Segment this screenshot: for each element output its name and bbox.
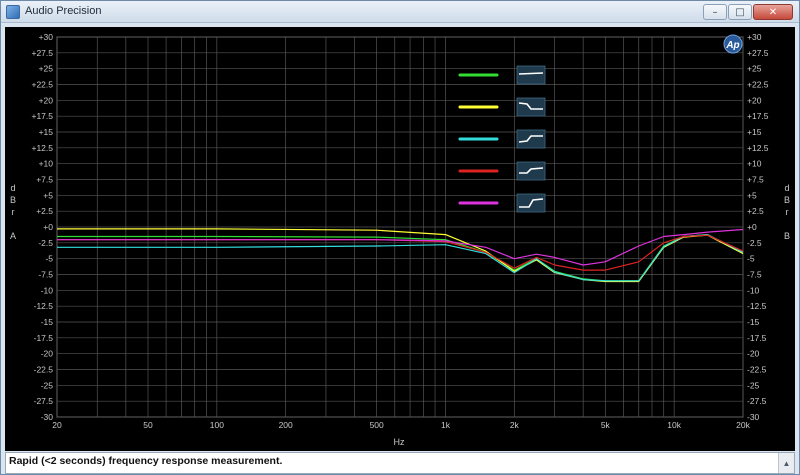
y-tick-label-left: -27.5	[34, 396, 54, 406]
y-tick-label-left: +2.5	[36, 206, 53, 216]
y-tick-label-right: -2.5	[747, 238, 762, 248]
y-tick-label-left: +27.5	[31, 48, 53, 58]
x-tick-label: 5k	[601, 420, 611, 430]
y-tick-label-right: -10	[747, 285, 760, 295]
y-tick-label-right: +0	[747, 222, 757, 232]
status-message: Rapid (<2 seconds) frequency response me…	[9, 455, 283, 467]
legend-thumbnail-icon	[516, 65, 546, 85]
legend-thumbnail-icon	[516, 161, 546, 181]
y-tick-label-left: +0	[43, 222, 53, 232]
y-tick-label-left: +7.5	[36, 175, 53, 185]
x-tick-label: 10k	[667, 420, 681, 430]
y-tick-label-right: +25	[747, 64, 762, 74]
app-window: Audio Precision – □ ✕ +30 +30 +27.5 +27.5 +2…	[0, 0, 800, 475]
x-tick-label: 2k	[510, 420, 520, 430]
y-tick-label-left: -15	[41, 317, 54, 327]
y-tick-label-right: +12.5	[747, 143, 769, 153]
x-tick-label: 500	[370, 420, 384, 430]
y-tick-label-left: +15	[39, 127, 54, 137]
y-tick-label-left: +5	[43, 190, 53, 200]
y-tick-label-right: -25	[747, 380, 760, 390]
minimize-button[interactable]: –	[703, 4, 727, 20]
scroll-arrow-icon[interactable]: ▲	[778, 453, 794, 473]
legend-thumbnail-icon	[516, 129, 546, 149]
y-tick-label-right: -7.5	[747, 270, 762, 280]
thumbnail-frame	[516, 97, 546, 117]
y-tick-label-right: +30	[747, 32, 762, 42]
y-tick-label-left: -20	[41, 349, 54, 359]
y-tick-label-right: -12.5	[747, 301, 767, 311]
y-tick-label-left: -25	[41, 380, 54, 390]
y-tick-label-left: +10	[39, 159, 54, 169]
y-tick-label-right: +2.5	[747, 206, 764, 216]
y-tick-label-right: +17.5	[747, 111, 769, 121]
x-tick-label: 20	[52, 420, 62, 430]
legend-thumbnail-icon	[516, 97, 546, 117]
x-tick-label: 50	[143, 420, 153, 430]
legend-thumbnail-icon	[516, 193, 546, 213]
y-tick-label-right: -27.5	[747, 396, 767, 406]
y-tick-label-right: -20	[747, 349, 760, 359]
x-tick-label: 20k	[736, 420, 750, 430]
thumbnail-frame	[516, 65, 546, 85]
y-tick-label-left: -12.5	[34, 301, 54, 311]
y-tick-label-left: +30	[39, 32, 54, 42]
y-tick-label-right: -17.5	[747, 333, 767, 343]
close-button[interactable]: ✕	[753, 4, 793, 20]
graph-panel: +30 +30 +27.5 +27.5 +25 +25 +22.5 +22.5 +20 +20 +1…	[5, 27, 795, 451]
y-tick-label-left: -10	[41, 285, 54, 295]
x-axis-label: Hz	[394, 437, 405, 447]
y-tick-label-right: +22.5	[747, 80, 769, 90]
y-tick-label-left: +17.5	[31, 111, 53, 121]
y-tick-label-left: -5	[45, 254, 53, 264]
y-tick-label-right: +10	[747, 159, 762, 169]
thumbnail-curve	[518, 72, 544, 75]
y-tick-label-right: -5	[747, 254, 755, 264]
status-bar: Rapid (<2 seconds) frequency response me…	[5, 452, 795, 474]
thumbnail-frame	[516, 161, 546, 181]
y-tick-label-right: +20	[747, 95, 762, 105]
y-tick-label-right: +5	[747, 190, 757, 200]
app-logo-icon	[6, 5, 20, 19]
y-tick-label-right: -22.5	[747, 365, 767, 375]
x-tick-label: 200	[279, 420, 293, 430]
x-tick-label: 100	[210, 420, 224, 430]
y-tick-label-left: +20	[39, 95, 54, 105]
frequency-response-chart[interactable]: +30 +30 +27.5 +27.5 +25 +25 +22.5 +22.5 +20 +20 +1…	[5, 27, 795, 451]
y-tick-label-right: +7.5	[747, 175, 764, 185]
thumbnail-frame	[516, 129, 546, 149]
title-bar[interactable]: Audio Precision – □ ✕	[1, 1, 799, 23]
window-title: Audio Precision	[25, 5, 102, 17]
y-tick-label-left: +22.5	[31, 80, 53, 90]
y-tick-label-left: -22.5	[34, 365, 54, 375]
x-tick-label: 1k	[441, 420, 451, 430]
maximize-button[interactable]: □	[728, 4, 752, 20]
y-tick-label-left: -2.5	[38, 238, 53, 248]
ap-logo-icon: Ap	[723, 34, 743, 54]
y-tick-label-left: +25	[39, 64, 54, 74]
y-tick-label-right: -15	[747, 317, 760, 327]
y-tick-label-right: +15	[747, 127, 762, 137]
y-tick-label-left: -7.5	[38, 270, 53, 280]
y-tick-label-left: -17.5	[34, 333, 54, 343]
y-tick-label-right: +27.5	[747, 48, 769, 58]
svg-text:Ap: Ap	[725, 40, 739, 51]
y-tick-label-left: +12.5	[31, 143, 53, 153]
